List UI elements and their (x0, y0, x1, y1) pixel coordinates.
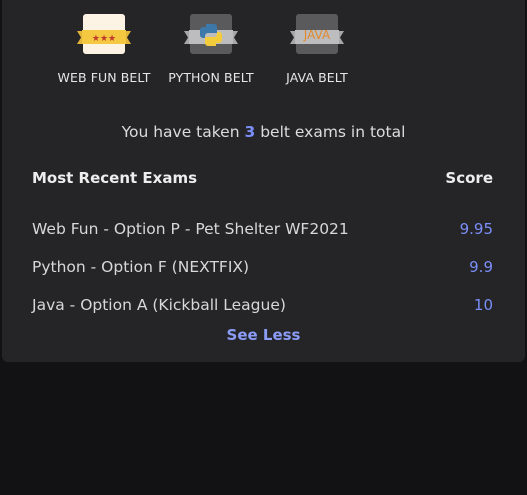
belt-label-python: PYTHON BELT (168, 70, 254, 85)
recent-exams-title: Most Recent Exams (32, 169, 198, 187)
score-column-header: Score (445, 169, 493, 187)
belt-summary-card: ★★★ WEB FUN BELT PYTHON BELT JAVA JAVA B… (2, 0, 525, 362)
exam-name: Java - Option A (Kickball League) (32, 296, 286, 314)
java-badge-text: JAVA (303, 28, 331, 42)
svg-text:★★★: ★★★ (92, 34, 116, 44)
list-item: Java - Option A (Kickball League) 10 (32, 286, 493, 324)
exam-count: 3 (244, 123, 256, 141)
exam-name: Python - Option F (NEXTFIX) (32, 258, 250, 276)
recent-exams-list: Web Fun - Option P - Pet Shelter WF2021 … (32, 210, 493, 324)
exam-total-summary: You have taken 3 belt exams in total (2, 123, 525, 141)
list-item: Python - Option F (NEXTFIX) 9.9 (32, 248, 493, 286)
summary-suffix: belt exams in total (260, 123, 406, 141)
belt-badges-row: ★★★ WEB FUN BELT PYTHON BELT JAVA JAVA B… (2, 0, 525, 90)
summary-prefix: You have taken (121, 123, 240, 141)
web-fun-belt-icon: ★★★ (77, 14, 131, 54)
belt-label-java: JAVA BELT (286, 70, 348, 85)
list-item: Web Fun - Option P - Pet Shelter WF2021 … (32, 210, 493, 248)
exam-score: 9.9 (469, 258, 493, 276)
exam-name: Web Fun - Option P - Pet Shelter WF2021 (32, 220, 349, 238)
java-belt-icon: JAVA (290, 14, 344, 54)
belt-label-web-fun: WEB FUN BELT (57, 70, 151, 85)
recent-exams-header: Most Recent Exams Score (32, 169, 493, 187)
exam-score: 9.95 (459, 220, 493, 238)
exam-score: 10 (473, 296, 493, 314)
see-less-button[interactable]: See Less (2, 326, 525, 344)
python-belt-icon (184, 14, 238, 54)
